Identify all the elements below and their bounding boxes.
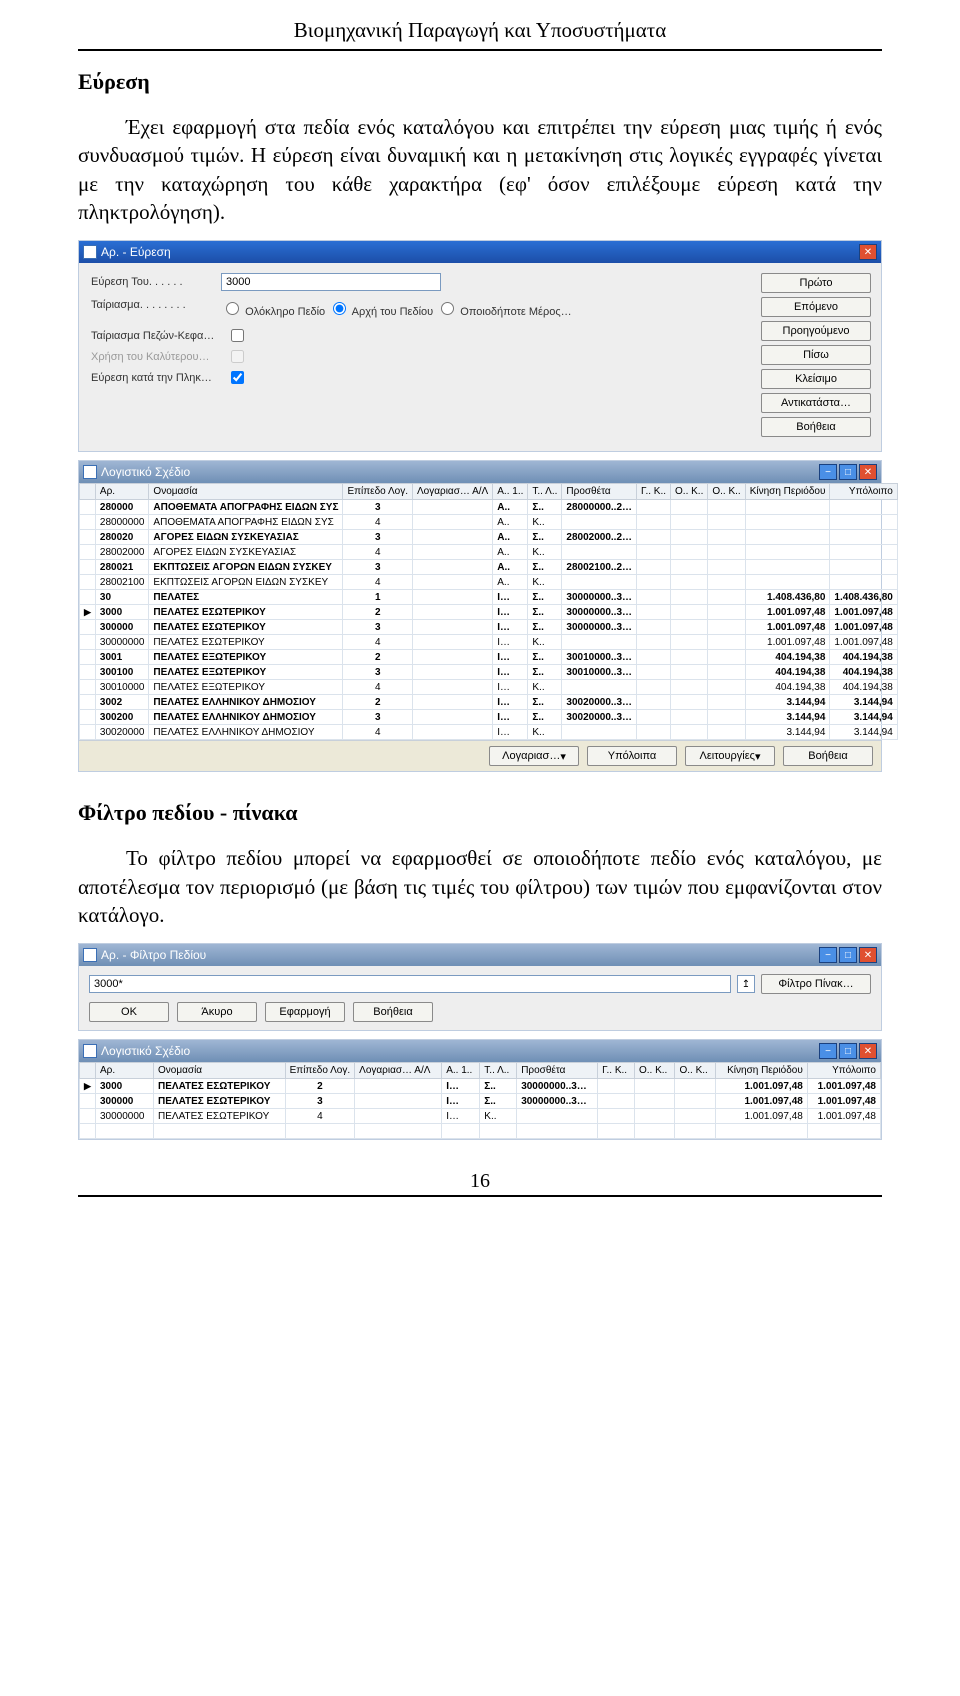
table-row[interactable]: 28002100ΕΚΠΤΩΣΕΙΣ ΑΓΟΡΩΝ ΕΙΔΩΝ ΣΥΣΚΕΥ4Α.…: [80, 575, 898, 590]
close-icon[interactable]: ✕: [859, 244, 877, 260]
find-while-typing-label: Εύρεση κατά την Πληκ…: [91, 372, 221, 384]
table-row[interactable]: 300000ΠΕΛΑΤΕΣ ΕΣΩΤΕΡΙΚΟΥ3Ι…Σ..30000000..…: [80, 1094, 881, 1109]
plan-title: Λογιστικό Σχέδιο: [101, 465, 190, 479]
find-field-label: Εύρεση Του. . . . . .: [91, 276, 221, 288]
close-icon[interactable]: ✕: [859, 947, 877, 963]
case-match-label: Ταίριασμα Πεζών-Κεφα…: [91, 330, 221, 342]
table-row[interactable]: 28000000ΑΠΟΘΕΜΑΤΑ ΑΠΟΓΡΑΦΗΣ ΕΙΔΩΝ ΣΥΣ4Α.…: [80, 515, 898, 530]
radio-any-part[interactable]: Οποιοδήποτε Μέρος…: [436, 306, 571, 318]
table-row[interactable]: 300200ΠΕΛΑΤΕΣ ΕΛΛΗΝΙΚΟΥ ΔΗΜΟΣΙΟΥ3Ι…Σ..30…: [80, 710, 898, 725]
help-button[interactable]: Βοήθεια: [783, 746, 873, 766]
page-number: 16: [78, 1170, 882, 1193]
accounts-table-filtered[interactable]: Αρ. Ονομασία Επίπεδο Λογ. Λογαριασ… Α/Λ …: [79, 1062, 881, 1139]
table-row[interactable]: 28002000ΑΓΟΡΕΣ ΕΙΔΩΝ ΣΥΣΚΕΥΑΣΙΑΣ4Α..Κ..: [80, 545, 898, 560]
table-row[interactable]: 3001ΠΕΛΑΤΕΣ ΕΞΩΤΕΡΙΚΟΥ2Ι…Σ..30010000..3……: [80, 650, 898, 665]
first-button[interactable]: Πρώτο: [761, 273, 871, 293]
table-row[interactable]: 280020ΑΓΟΡΕΣ ΕΙΔΩΝ ΣΥΣΚΕΥΑΣΙΑΣ3Α..Σ..280…: [80, 530, 898, 545]
table-row[interactable]: ▶3000ΠΕΛΑΤΕΣ ΕΣΩΤΕΡΙΚΟΥ2Ι…Σ..30000000..3…: [80, 1079, 881, 1094]
app-icon: [83, 1044, 97, 1058]
maximize-icon[interactable]: □: [839, 1043, 857, 1059]
use-best-label: Χρήση του Καλύτερου…: [91, 351, 221, 363]
close-icon[interactable]: ✕: [859, 464, 877, 480]
balances-button[interactable]: Υπόλοιπα: [587, 746, 677, 766]
app-icon: [83, 948, 97, 962]
help-button[interactable]: Βοήθεια: [761, 417, 871, 437]
lookup-icon[interactable]: ↥: [737, 975, 755, 993]
find-input[interactable]: [221, 273, 441, 291]
paragraph-find: Έχει εφαρμογή στα πεδία ενός καταλόγου κ…: [78, 113, 882, 226]
functions-button[interactable]: Λειτουργίες ▾: [685, 746, 775, 766]
titlebar-find: Αρ. - Εύρεση ✕: [79, 241, 881, 263]
field-filter-dialog: Αρ. - Φίλτρο Πεδίου − □ ✕ ↥ Φίλτρο Πίνακ…: [78, 943, 882, 1031]
radio-begin-field[interactable]: Αρχή του Πεδίου: [328, 306, 433, 318]
running-header: Βιομηχανική Παραγωγή και Υποσυστήματα: [78, 10, 882, 47]
minimize-icon[interactable]: −: [819, 947, 837, 963]
find-dialog-window: Αρ. - Εύρεση ✕ Εύρεση Του. . . . . . Ταί…: [78, 240, 882, 452]
divider-bottom: [78, 1195, 882, 1197]
chart-of-accounts-window-filtered: Λογιστικό Σχέδιο − □ ✕ Αρ. Ονομασία Επίπ…: [78, 1039, 882, 1140]
replace-button[interactable]: Αντικατάστα…: [761, 393, 871, 413]
table-row[interactable]: 280000ΑΠΟΘΕΜΑΤΑ ΑΠΟΓΡΑΦΗΣ ΕΙΔΩΝ ΣΥΣ3Α..Σ…: [80, 500, 898, 515]
close-icon[interactable]: ✕: [859, 1043, 877, 1059]
help-button[interactable]: Βοήθεια: [353, 1002, 433, 1022]
plan2-title: Λογιστικό Σχέδιο: [101, 1044, 190, 1058]
table-row[interactable]: 300000ΠΕΛΑΤΕΣ ΕΣΩΤΕΡΙΚΟΥ3Ι…Σ..30000000..…: [80, 620, 898, 635]
next-button[interactable]: Επόμενο: [761, 297, 871, 317]
radio-whole-field[interactable]: Ολόκληρο Πεδίο: [221, 306, 325, 318]
filter-table-button[interactable]: Φίλτρο Πίνακ…: [761, 974, 871, 994]
filter-input[interactable]: [89, 975, 731, 993]
table-row[interactable]: 30ΠΕΛΑΤΕΣ1Ι…Σ..30000000..3…1.408.436,801…: [80, 590, 898, 605]
table-row: [80, 1124, 881, 1139]
app-icon: [83, 465, 97, 479]
filter-title: Αρ. - Φίλτρο Πεδίου: [101, 948, 206, 962]
cancel-button[interactable]: Άκυρο: [177, 1002, 257, 1022]
paragraph-filter: Το φίλτρο πεδίου μπορεί να εφαρμοσθεί σε…: [78, 844, 882, 929]
section-heading-find: Εύρεση: [78, 69, 882, 95]
ok-button[interactable]: OK: [89, 1002, 169, 1022]
table-row[interactable]: 3002ΠΕΛΑΤΕΣ ΕΛΛΗΝΙΚΟΥ ΔΗΜΟΣΙΟΥ2Ι…Σ..3002…: [80, 695, 898, 710]
table-row[interactable]: 30020000ΠΕΛΑΤΕΣ ΕΛΛΗΝΙΚΟΥ ΔΗΜΟΣΙΟΥ4Ι…Κ..…: [80, 725, 898, 740]
match-label: Ταίριασμα. . . . . . . .: [91, 299, 221, 311]
table-row[interactable]: 30010000ΠΕΛΑΤΕΣ ΕΞΩΤΕΡΙΚΟΥ4Ι…Κ..404.194,…: [80, 680, 898, 695]
case-match-checkbox[interactable]: [231, 329, 244, 342]
minimize-icon[interactable]: −: [819, 464, 837, 480]
section-heading-filter: Φίλτρο πεδίου - πίνακα: [78, 800, 882, 826]
use-best-checkbox: [231, 350, 244, 363]
table-row[interactable]: 300100ΠΕΛΑΤΕΣ ΕΞΩΤΕΡΙΚΟΥ3Ι…Σ..30010000..…: [80, 665, 898, 680]
app-icon: [83, 245, 97, 259]
table-row[interactable]: ▶3000ΠΕΛΑΤΕΣ ΕΣΩΤΕΡΙΚΟΥ2Ι…Σ..30000000..3…: [80, 605, 898, 620]
titlebar-filter: Αρ. - Φίλτρο Πεδίου − □ ✕: [79, 944, 881, 966]
close-button[interactable]: Κλείσιμο: [761, 369, 871, 389]
table-row[interactable]: 280021ΕΚΠΤΩΣΕΙΣ ΑΓΟΡΩΝ ΕΙΔΩΝ ΣΥΣΚΕΥ3Α..Σ…: [80, 560, 898, 575]
chart-of-accounts-window: Λογιστικό Σχέδιο − □ ✕ Αρ. Ονομασία Επίπ…: [78, 460, 882, 772]
find-while-typing-checkbox[interactable]: [231, 371, 244, 384]
maximize-icon[interactable]: □: [839, 947, 857, 963]
account-button[interactable]: Λογαριασ… ▾: [489, 746, 579, 766]
back-button[interactable]: Πίσω: [761, 345, 871, 365]
prev-button[interactable]: Προηγούμενο: [761, 321, 871, 341]
table-row[interactable]: 30000000ΠΕΛΑΤΕΣ ΕΣΩΤΕΡΙΚΟΥ4Ι…Κ..1.001.09…: [80, 635, 898, 650]
titlebar-plan2: Λογιστικό Σχέδιο − □ ✕: [79, 1040, 881, 1062]
table-row[interactable]: 30000000ΠΕΛΑΤΕΣ ΕΣΩΤΕΡΙΚΟΥ4Ι…Κ..1.001.09…: [80, 1109, 881, 1124]
find-title: Αρ. - Εύρεση: [101, 245, 171, 259]
divider: [78, 49, 882, 51]
accounts-table[interactable]: Αρ. Ονομασία Επίπεδο Λογ. Λογαριασ… Α/Λ …: [79, 483, 898, 740]
minimize-icon[interactable]: −: [819, 1043, 837, 1059]
apply-button[interactable]: Εφαρμογή: [265, 1002, 345, 1022]
maximize-icon[interactable]: □: [839, 464, 857, 480]
titlebar-plan: Λογιστικό Σχέδιο − □ ✕: [79, 461, 881, 483]
